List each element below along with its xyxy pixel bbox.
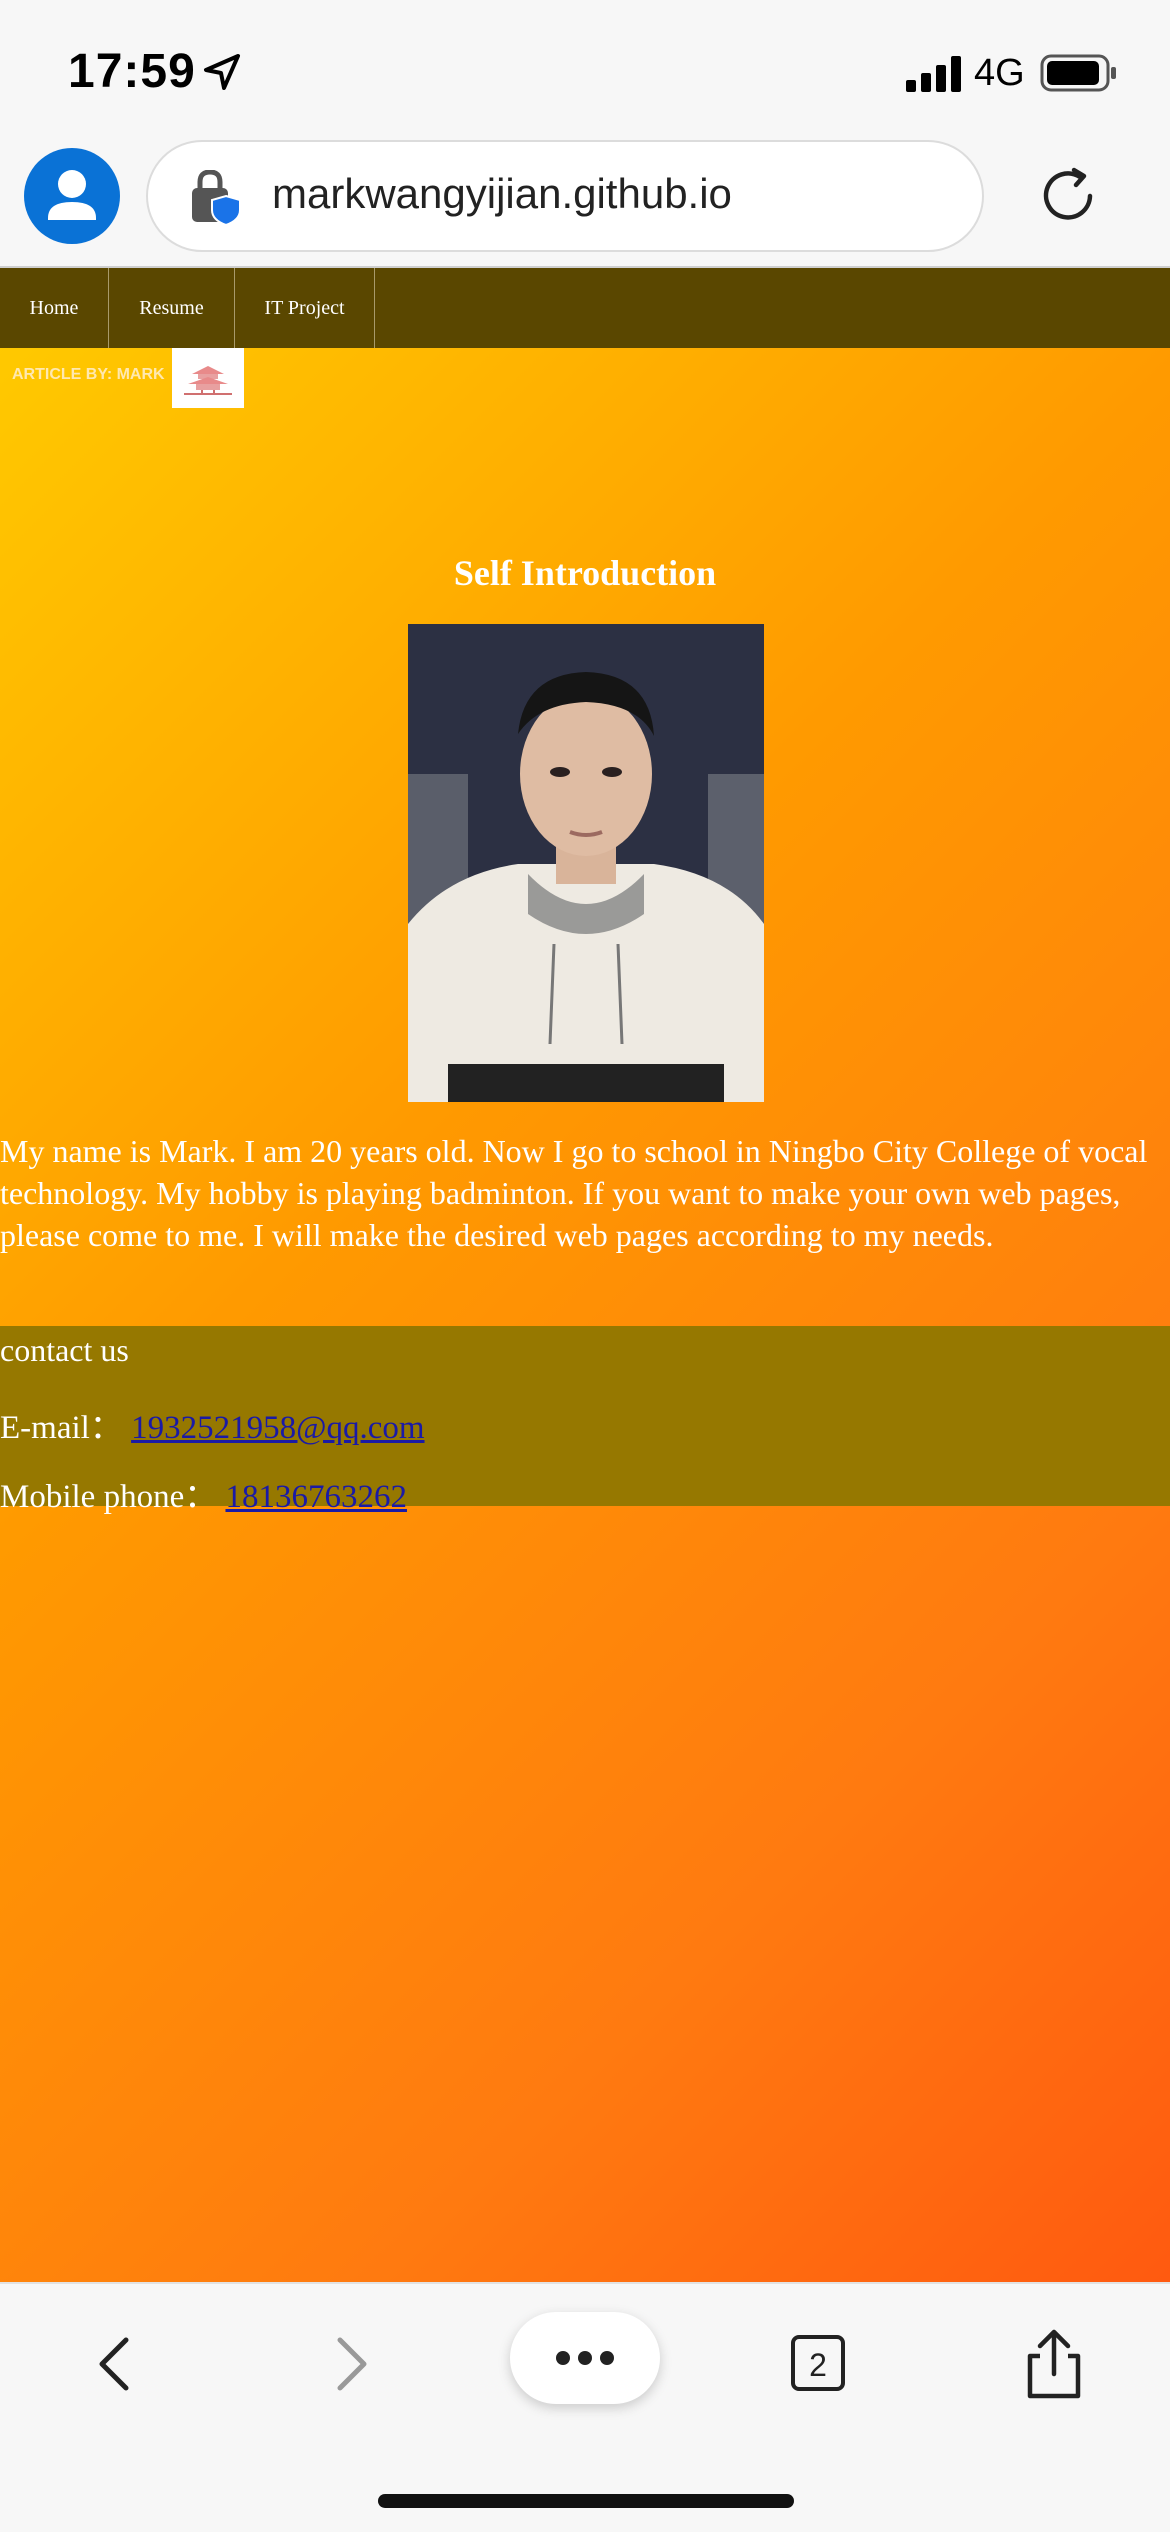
status-time: 17:59 — [68, 45, 196, 98]
page-title: Self Introduction — [453, 553, 717, 593]
nav-it-project-link[interactable]: IT Project — [235, 268, 375, 348]
lock-shield-icon — [192, 170, 241, 226]
more-button[interactable] — [510, 2312, 660, 2404]
profile-icon — [48, 170, 96, 220]
site-logo — [172, 348, 244, 408]
signal-bars-icon — [906, 56, 961, 92]
person-photo-icon — [408, 624, 764, 1102]
phone-label: Mobile phone： — [0, 1479, 218, 1515]
contact-section: contact us E-mail： 1932521958@qq.com Mob… — [0, 1326, 1170, 1515]
status-bar: 17:59 4G — [0, 0, 1170, 140]
tab-count: 2 — [809, 2347, 827, 2383]
tabs-icon: 2 — [791, 2335, 845, 2391]
location-arrow-icon — [204, 54, 240, 90]
forward-icon[interactable] — [310, 2324, 390, 2404]
intro-paragraph: My name is Mark. I am 20 years old. Now … — [0, 1133, 1148, 1253]
phone-row: Mobile phone： 18136763262 — [0, 1469, 407, 1517]
network-type: 4G — [974, 52, 1025, 94]
web-page: Home Resume IT Project ARTICLE BY: MARK … — [0, 268, 1170, 2282]
profile-photo — [408, 624, 764, 1102]
pagoda-logo-icon — [184, 366, 232, 395]
browser-address-bar: markwangyijian.github.io — [0, 132, 1170, 268]
site-nav: Home Resume IT Project — [0, 268, 1170, 348]
phone-link[interactable]: 18136763262 — [225, 1479, 407, 1515]
email-link[interactable]: 1932521958@qq.com — [131, 1410, 424, 1446]
url-text: markwangyijian.github.io — [272, 170, 732, 217]
url-field[interactable]: markwangyijian.github.io — [146, 140, 984, 252]
contact-title: contact us — [0, 1332, 129, 1368]
more-icon — [556, 2351, 614, 2365]
home-indicator — [378, 2494, 794, 2508]
browser-toolbar: 2 — [0, 2282, 1170, 2532]
email-row: E-mail： 1932521958@qq.com — [0, 1400, 425, 1448]
battery-icon — [1040, 54, 1116, 92]
tabs-button[interactable]: 2 — [778, 2324, 858, 2404]
profile-button[interactable] — [24, 148, 120, 244]
back-icon[interactable] — [76, 2324, 156, 2404]
nav-resume-link[interactable]: Resume — [109, 268, 235, 348]
nav-home-link[interactable]: Home — [0, 268, 109, 348]
email-label: E-mail： — [0, 1410, 123, 1446]
reload-icon[interactable] — [1036, 164, 1100, 228]
article-byline: ARTICLE BY: MARK — [12, 366, 165, 383]
share-icon[interactable] — [1014, 2324, 1094, 2404]
